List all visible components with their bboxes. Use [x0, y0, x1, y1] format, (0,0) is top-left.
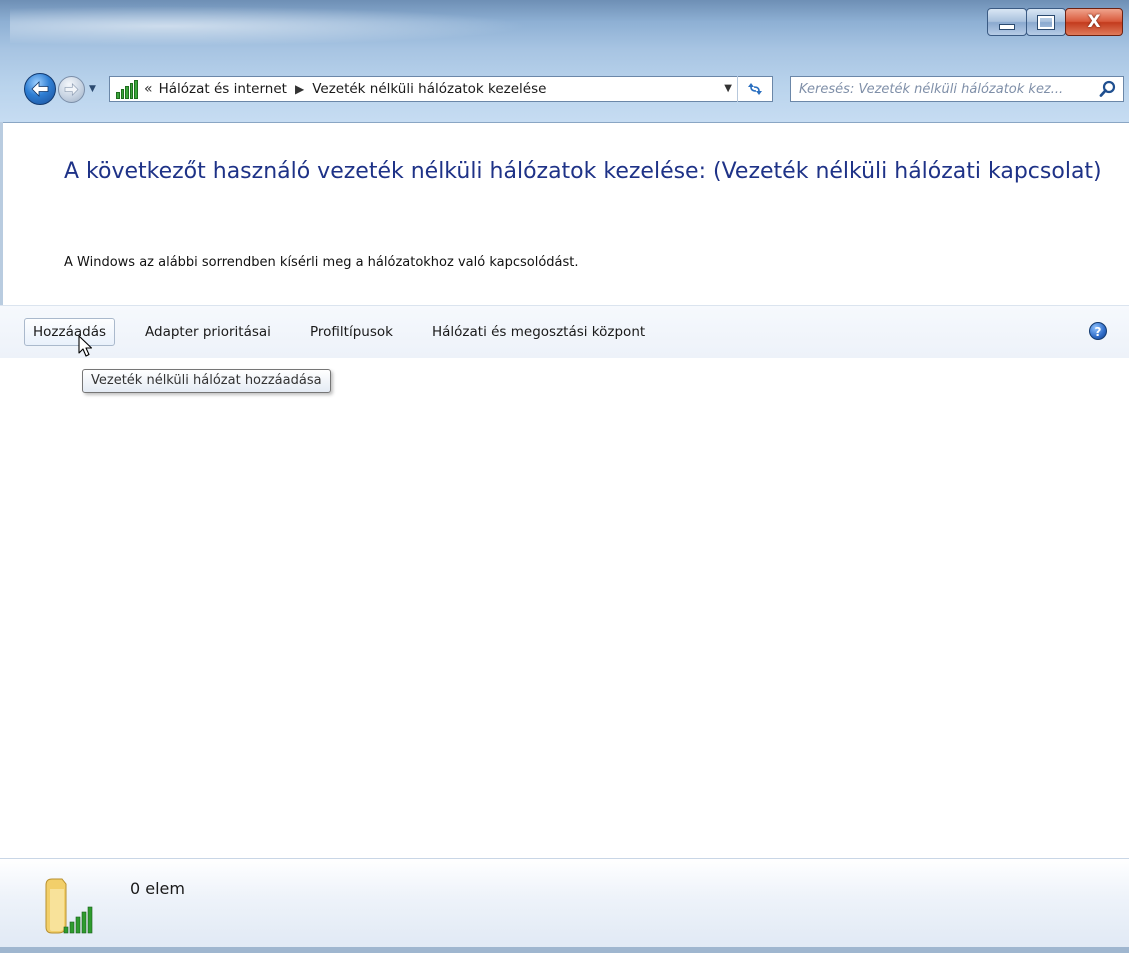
maximize-button[interactable] — [1026, 8, 1066, 36]
breadcrumb-network-internet[interactable]: Hálózat és internet — [159, 81, 287, 97]
caption-buttons: X — [987, 8, 1123, 36]
profile-types-button[interactable]: Profiltípusok — [302, 318, 401, 346]
address-bar[interactable]: « Hálózat és internet ▶ Vezeték nélküli … — [109, 76, 773, 102]
network-sharing-center-button[interactable]: Hálózati és megosztási központ — [424, 318, 653, 346]
command-bar: Hozzáadás Adapter prioritásai Profiltípu… — [0, 305, 1129, 359]
close-button[interactable]: X — [1065, 8, 1123, 36]
page-description: A Windows az alábbi sorrendben kísérli m… — [64, 255, 579, 270]
explorer-window: X ▼ « Hálózat és internet ▶ Vezeték nélk… — [0, 0, 1129, 953]
wireless-networks-folder-icon — [45, 878, 93, 934]
content-pane: A következőt használó vezeték nélküli há… — [0, 123, 1129, 953]
refresh-icon — [748, 83, 762, 95]
minimize-button[interactable] — [987, 8, 1027, 36]
adapter-priorities-button[interactable]: Adapter prioritásai — [137, 318, 279, 346]
search-icon[interactable] — [1099, 80, 1117, 98]
maximize-icon — [1037, 14, 1055, 30]
back-button[interactable] — [24, 73, 56, 105]
mouse-cursor-icon — [78, 335, 93, 357]
chevron-right-icon[interactable]: ▶ — [295, 82, 304, 96]
forward-arrow-icon — [64, 83, 79, 96]
back-arrow-icon — [31, 81, 49, 97]
search-box[interactable] — [790, 76, 1124, 102]
minimize-icon — [999, 24, 1015, 30]
network-signal-icon — [116, 79, 138, 99]
add-tooltip: Vezeték nélküli hálózat hozzáadása — [82, 369, 331, 393]
details-pane: 0 elem — [0, 858, 1129, 953]
window-frame: X ▼ « Hálózat és internet ▶ Vezeték nélk… — [0, 0, 1129, 123]
navigation-bar: ▼ « Hálózat és internet ▶ Vezeték nélkül… — [0, 72, 1129, 106]
search-input[interactable] — [791, 80, 1101, 98]
network-list[interactable] — [0, 358, 1129, 858]
close-icon: X — [1087, 12, 1101, 32]
help-icon[interactable]: ? — [1089, 322, 1107, 340]
refresh-button[interactable] — [737, 76, 772, 102]
breadcrumb-manage-wireless[interactable]: Vezeték nélküli hálózatok kezelése — [312, 81, 546, 97]
recent-pages-dropdown[interactable]: ▼ — [89, 84, 96, 94]
page-title: A következőt használó vezeték nélküli há… — [64, 159, 1102, 184]
item-count: 0 elem — [130, 879, 185, 898]
breadcrumb-overflow[interactable]: « — [144, 81, 153, 97]
address-dropdown-icon[interactable]: ▼ — [724, 83, 732, 94]
add-button[interactable]: Hozzáadás — [24, 318, 116, 346]
forward-button[interactable] — [58, 76, 85, 103]
